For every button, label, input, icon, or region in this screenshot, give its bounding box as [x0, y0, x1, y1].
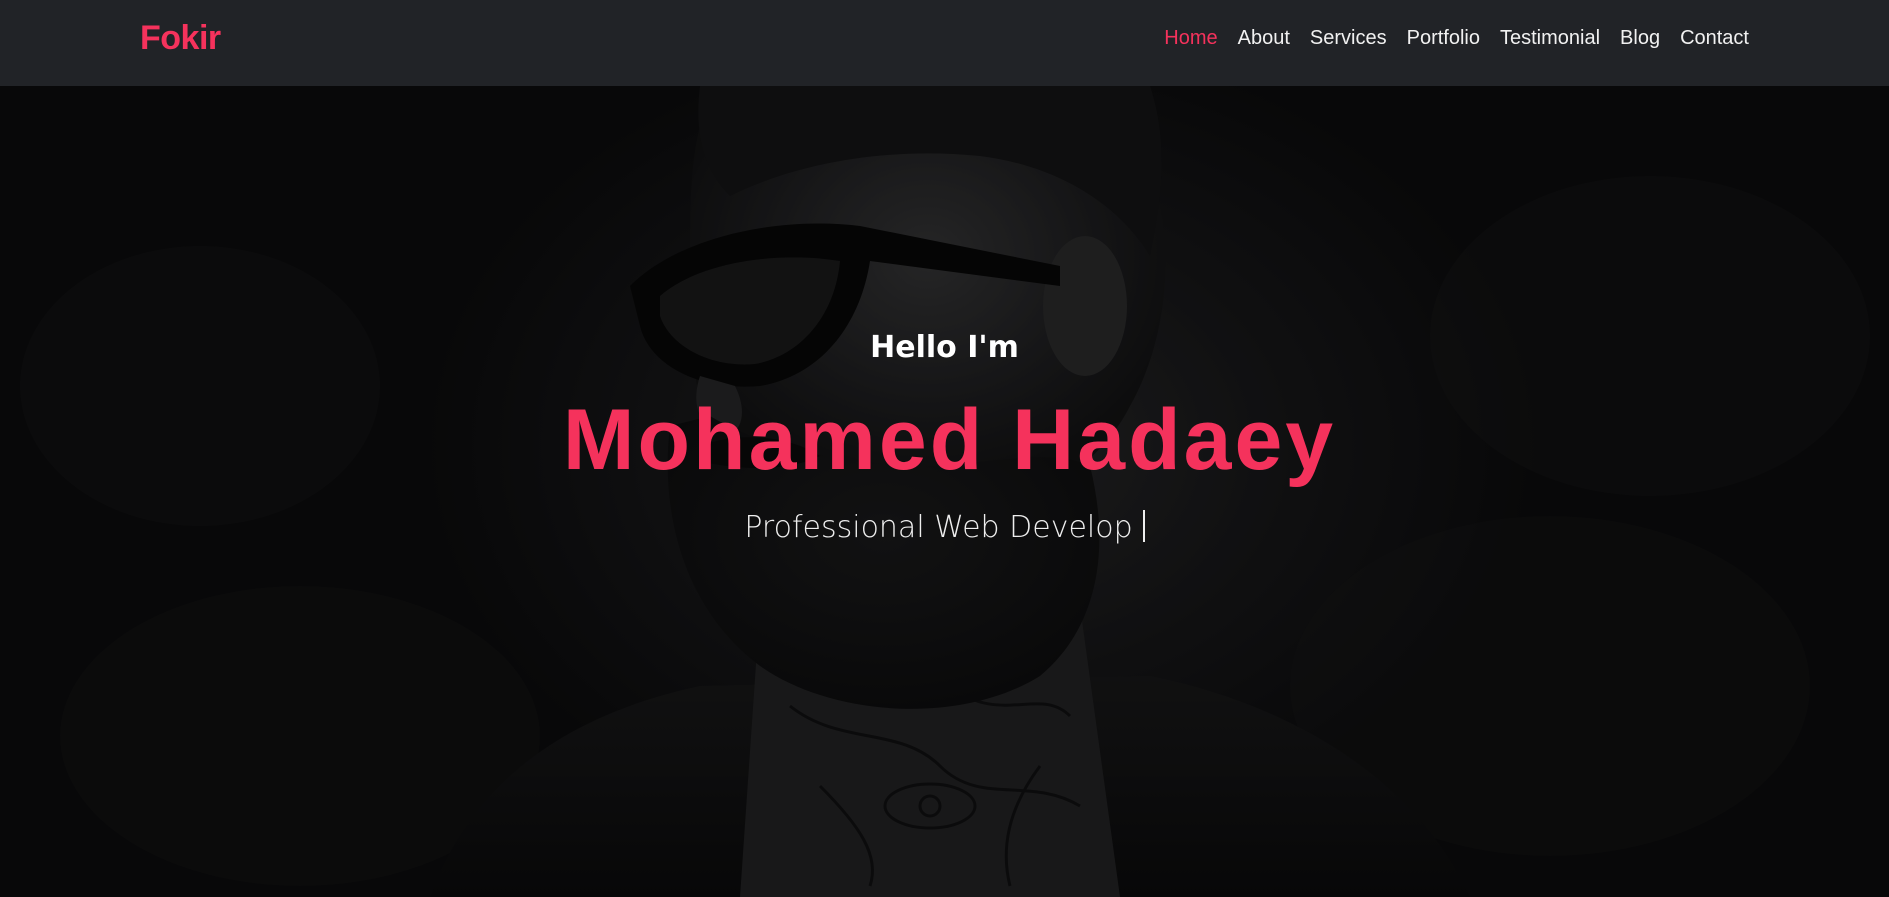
hero-greeting: Hello I'm	[870, 330, 1019, 365]
nav-item-testimonial[interactable]: Testimonial	[1500, 27, 1600, 49]
hero-tagline: Professional Web Develop	[0, 510, 1889, 545]
hero-section: Hello I'm Mohamed Hadaey Professional We…	[0, 86, 1889, 897]
page: Fokir Home About Services Portfolio Test…	[0, 0, 1889, 897]
nav-item-services[interactable]: Services	[1310, 27, 1387, 49]
main-nav: Home About Services Portfolio Testimonia…	[1164, 27, 1749, 50]
hero-content: Hello I'm Mohamed Hadaey Professional We…	[0, 86, 1889, 897]
nav-item-about[interactable]: About	[1238, 27, 1290, 49]
nav-item-blog[interactable]: Blog	[1620, 27, 1660, 49]
typing-caret	[1142, 510, 1145, 542]
nav-item-portfolio[interactable]: Portfolio	[1407, 27, 1480, 49]
navbar: Fokir Home About Services Portfolio Test…	[0, 0, 1889, 86]
hero-name: Mohamed Hadaey	[562, 392, 1337, 488]
nav-item-contact[interactable]: Contact	[1680, 27, 1749, 49]
brand-logo[interactable]: Fokir	[140, 19, 221, 58]
nav-item-home[interactable]: Home	[1164, 27, 1217, 49]
hero-tagline-text: Professional Web Develop	[744, 510, 1133, 545]
